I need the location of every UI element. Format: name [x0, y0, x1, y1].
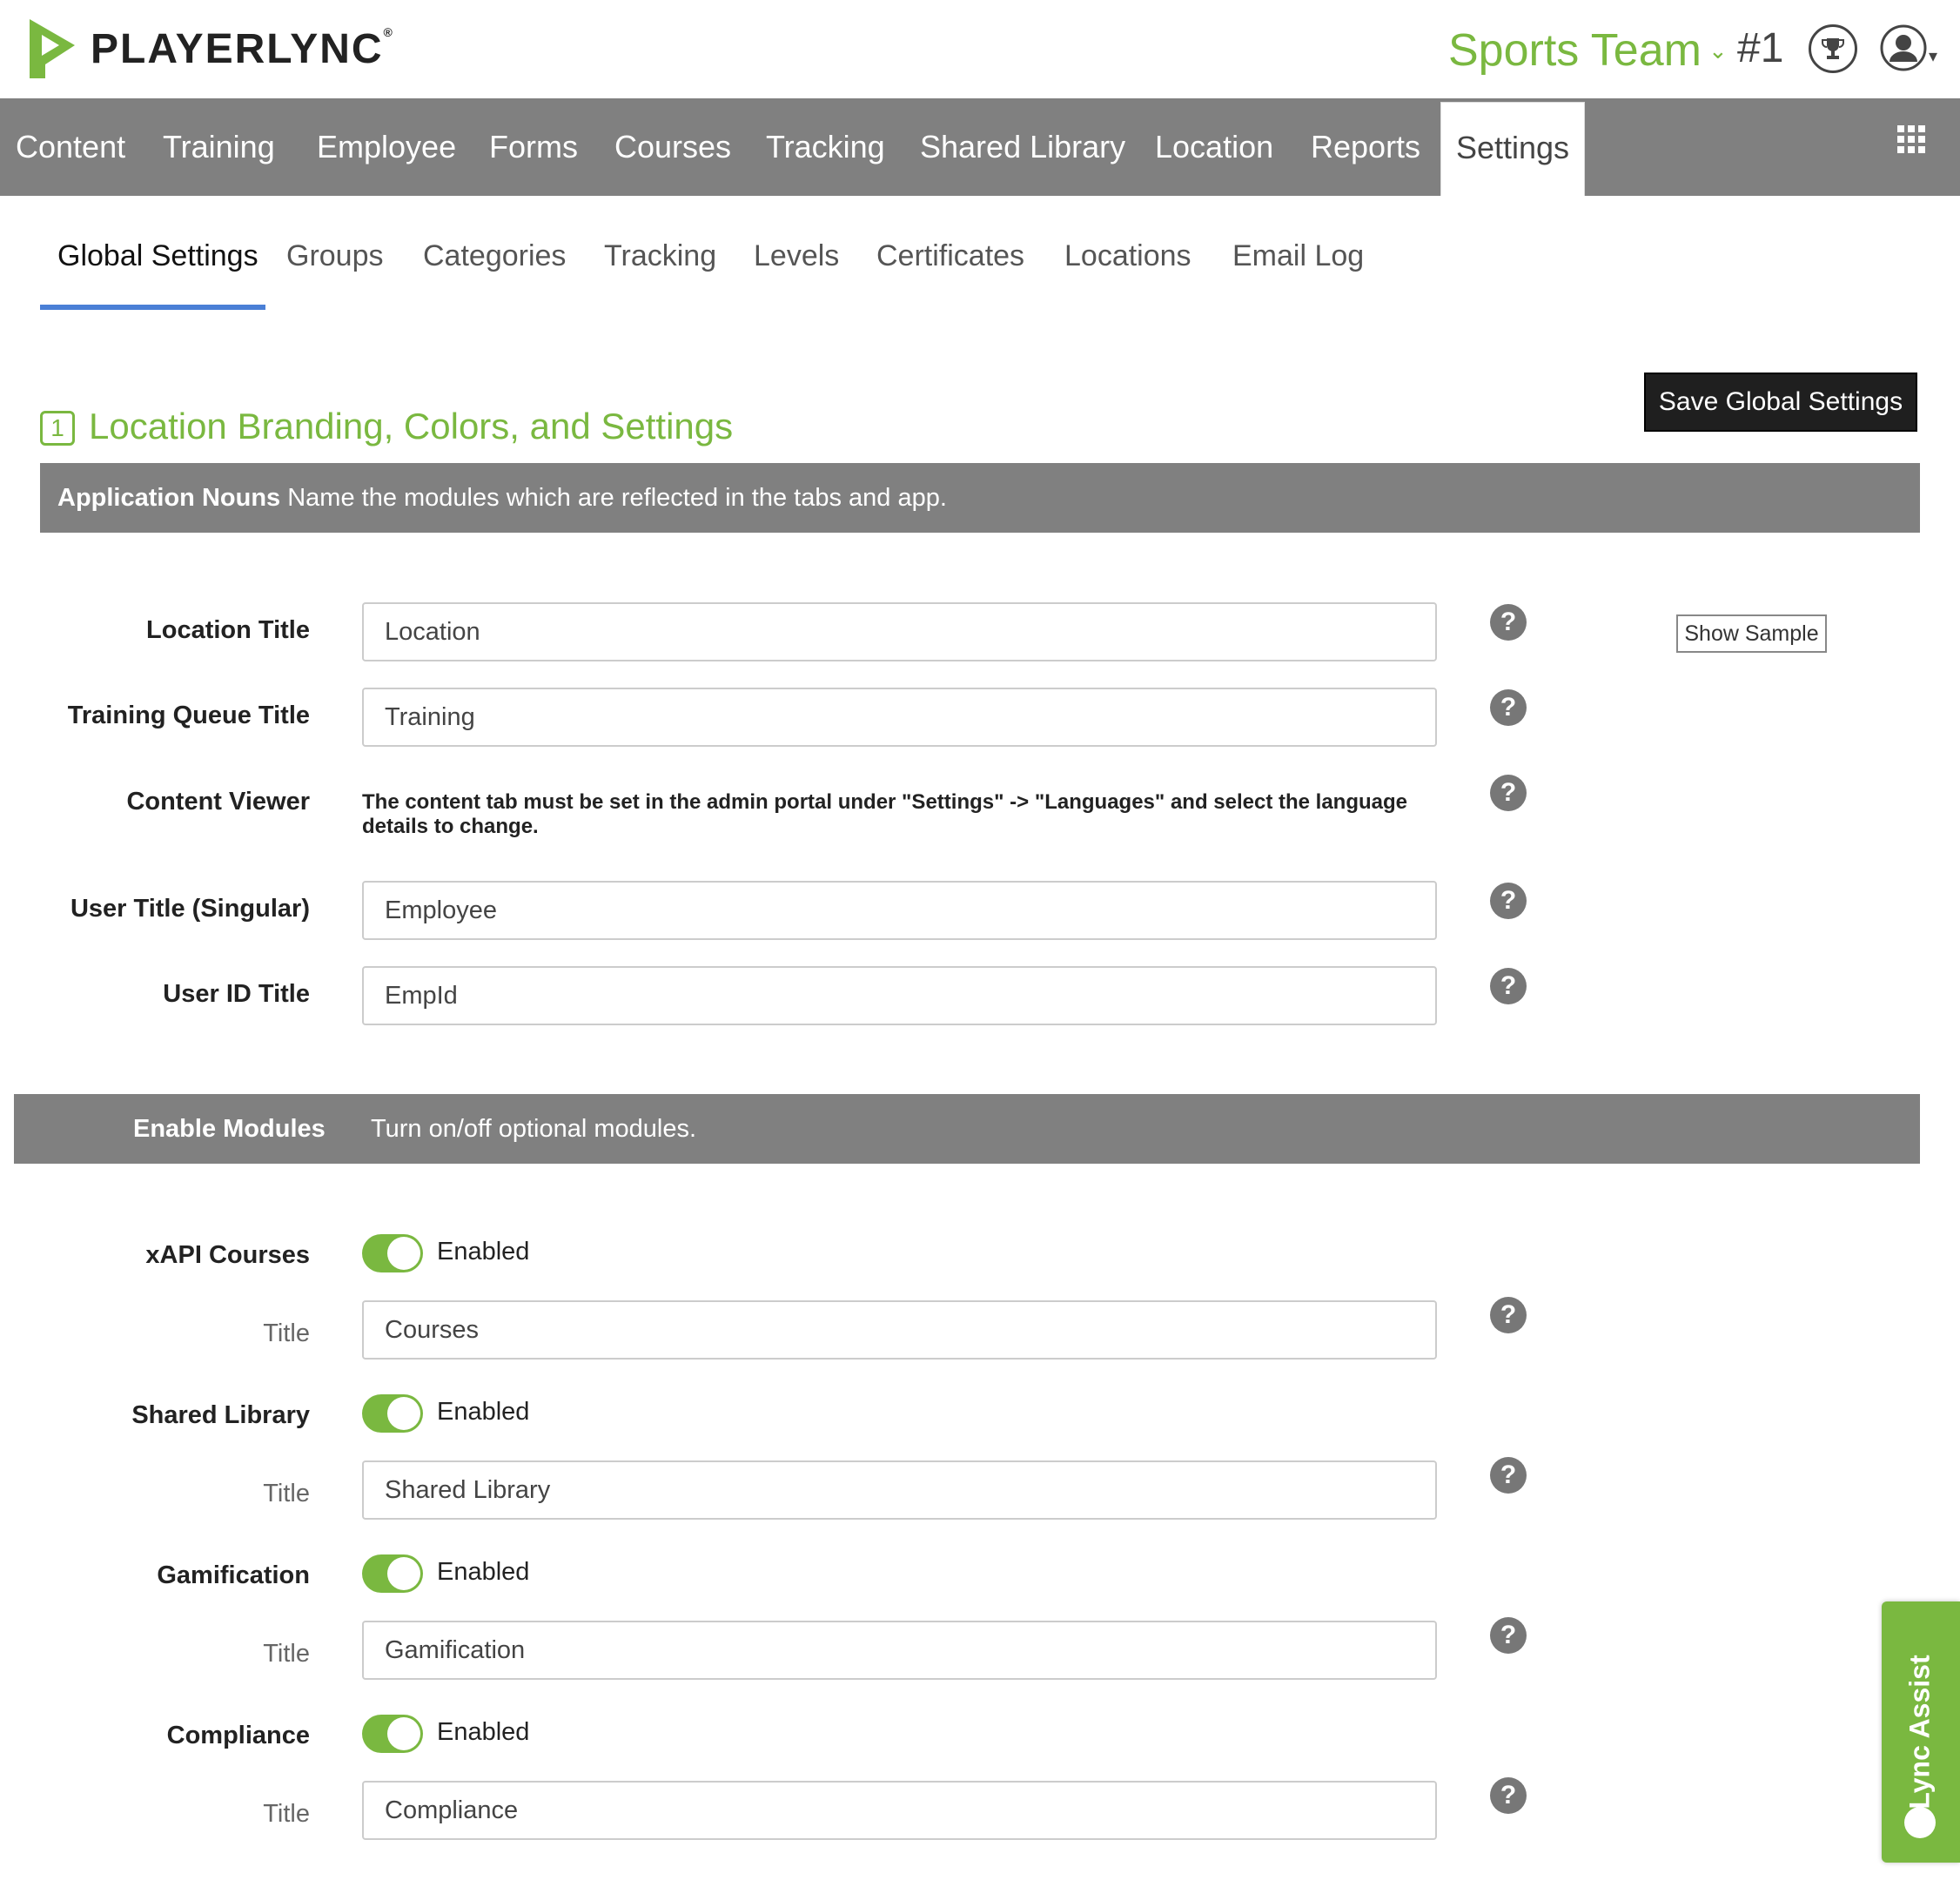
nav-shared-library[interactable]: Shared Library	[920, 98, 1125, 196]
nav-employee[interactable]: Employee	[317, 98, 456, 196]
logo-text: PLAYERLYNC®	[91, 24, 394, 72]
subtab-locations[interactable]: Locations	[1064, 239, 1191, 273]
save-global-settings-button[interactable]: Save Global Settings	[1644, 373, 1917, 432]
xapi-courses-status: Enabled	[437, 1238, 530, 1266]
show-sample-button[interactable]: Show Sample	[1676, 614, 1827, 653]
active-tab-indicator	[40, 305, 265, 310]
lync-assist-icon	[1904, 1807, 1936, 1838]
enable-modules-description: Turn on/off optional modules.	[371, 1115, 697, 1143]
nav-training[interactable]: Training	[163, 98, 275, 196]
gamification-status: Enabled	[437, 1558, 530, 1586]
rank-display: #1	[1737, 25, 1784, 71]
team-name: Sports Team	[1448, 25, 1702, 76]
nav-content[interactable]: Content	[16, 98, 125, 196]
subtab-categories[interactable]: Categories	[423, 239, 566, 273]
shared-library-label: Shared Library	[131, 1401, 310, 1429]
xapi-title-label: Title	[263, 1319, 310, 1347]
compliance-status: Enabled	[437, 1718, 530, 1746]
logo[interactable]: PLAYERLYNC®	[24, 14, 394, 84]
nav-settings[interactable]: Settings	[1440, 102, 1585, 196]
subtab-email-log[interactable]: Email Log	[1232, 239, 1364, 273]
training-queue-title-input[interactable]: Training	[362, 688, 1437, 747]
help-icon[interactable]: ?	[1490, 883, 1527, 919]
location-title-input[interactable]: Location	[362, 602, 1437, 661]
shared-library-title-input[interactable]: Shared Library	[362, 1460, 1437, 1520]
location-title-label: Location Title	[146, 616, 310, 644]
section-number: 1	[40, 411, 75, 446]
lync-assist-label: Lync Assist	[1903, 1655, 1936, 1810]
enable-modules-header: Enable Modules Turn on/off optional modu…	[14, 1094, 1920, 1164]
main-nav: Content Training Employee Forms Courses …	[0, 98, 1960, 196]
compliance-title-label: Title	[263, 1800, 310, 1828]
help-icon[interactable]: ?	[1490, 604, 1527, 641]
compliance-toggle[interactable]	[362, 1715, 423, 1753]
shared-library-toggle[interactable]	[362, 1394, 423, 1433]
section-title: Location Branding, Colors, and Settings	[89, 406, 734, 446]
subtab-levels[interactable]: Levels	[754, 239, 839, 273]
application-nouns-description: Name the modules which are reflected in …	[287, 484, 947, 512]
nav-reports[interactable]: Reports	[1311, 98, 1420, 196]
application-nouns-heading: Application Nouns	[57, 484, 281, 512]
subtab-tracking[interactable]: Tracking	[604, 239, 716, 273]
help-icon[interactable]: ?	[1490, 1617, 1527, 1654]
content-viewer-note: The content tab must be set in the admin…	[362, 790, 1408, 838]
team-selector[interactable]: Sports Team ⌄	[1448, 24, 1728, 77]
subtab-certificates[interactable]: Certificates	[876, 239, 1024, 273]
user-id-title-label: User ID Title	[163, 980, 310, 1008]
nav-settings-label: Settings	[1455, 130, 1570, 165]
user-avatar-icon	[1880, 24, 1927, 71]
lync-assist-button[interactable]: Lync Assist	[1882, 1601, 1960, 1863]
help-icon[interactable]: ?	[1490, 1297, 1527, 1333]
help-icon[interactable]: ?	[1490, 775, 1527, 811]
trophy-button[interactable]	[1809, 24, 1857, 73]
subtab-global-settings[interactable]: Global Settings	[57, 239, 258, 273]
user-title-input[interactable]: Employee	[362, 881, 1437, 940]
help-icon[interactable]: ?	[1490, 689, 1527, 726]
help-icon[interactable]: ?	[1490, 1457, 1527, 1494]
chevron-down-icon: ⌄	[1708, 37, 1728, 64]
caret-down-icon[interactable]: ▾	[1929, 45, 1937, 67]
shared-library-status: Enabled	[437, 1398, 530, 1426]
gamification-title-label: Title	[263, 1640, 310, 1668]
training-queue-title-label: Training Queue Title	[67, 702, 310, 729]
playerlync-logo-icon	[30, 19, 75, 78]
application-nouns-header: Application Nouns Name the modules which…	[40, 463, 1920, 533]
xapi-courses-toggle[interactable]	[362, 1234, 423, 1272]
compliance-label: Compliance	[166, 1722, 310, 1749]
help-icon[interactable]: ?	[1490, 1777, 1527, 1814]
shared-library-title-label: Title	[263, 1480, 310, 1507]
nav-location[interactable]: Location	[1155, 98, 1273, 196]
trophy-icon	[1822, 38, 1844, 59]
user-title-label: User Title (Singular)	[70, 895, 310, 923]
content-viewer-label: Content Viewer	[126, 788, 310, 816]
subtab-groups[interactable]: Groups	[286, 239, 384, 273]
enable-modules-heading: Enable Modules	[133, 1115, 326, 1143]
nav-forms[interactable]: Forms	[489, 98, 578, 196]
gamification-title-input[interactable]: Gamification	[362, 1621, 1437, 1680]
apps-grid-icon[interactable]	[1897, 125, 1925, 153]
nav-tracking[interactable]: Tracking	[766, 98, 885, 196]
xapi-courses-label: xAPI Courses	[145, 1241, 310, 1269]
user-id-title-input[interactable]: EmpId	[362, 966, 1437, 1025]
gamification-toggle[interactable]	[362, 1554, 423, 1593]
user-menu-button[interactable]	[1878, 23, 1929, 73]
compliance-title-input[interactable]: Compliance	[362, 1781, 1437, 1840]
gamification-label: Gamification	[157, 1561, 310, 1589]
help-icon[interactable]: ?	[1490, 968, 1527, 1004]
nav-courses[interactable]: Courses	[614, 98, 731, 196]
xapi-title-input[interactable]: Courses	[362, 1300, 1437, 1360]
